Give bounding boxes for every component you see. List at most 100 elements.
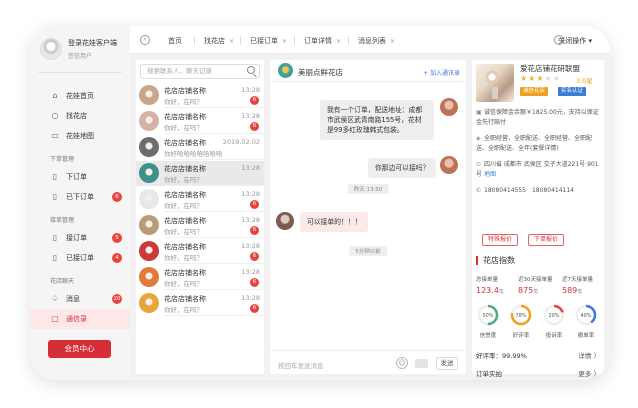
- contact-name: 花店店铺名称: [164, 217, 206, 225]
- unread-badge: 6: [250, 278, 259, 287]
- unread-badge: 6: [250, 252, 259, 261]
- tab-message-list[interactable]: 消息列表 ×: [358, 36, 395, 46]
- divider: [164, 315, 264, 316]
- send-button[interactable]: 发送: [436, 357, 458, 370]
- avatar: [40, 38, 62, 60]
- special-price-button[interactable]: 特殊报价: [482, 234, 519, 246]
- contact-list-item[interactable]: 花店店铺名称 你好，在吗？ 13:28 6: [136, 213, 264, 238]
- ring-chart: 20%: [543, 304, 565, 326]
- close-icon[interactable]: ×: [336, 38, 341, 45]
- contact-list-item[interactable]: 花店店铺名称 你好哈哈哈哈哈哈哈 2019.02.02: [136, 135, 264, 160]
- verified-badge: 实名认证: [558, 87, 587, 96]
- contact-name: 花店店铺名称: [164, 87, 206, 95]
- search-icon: ○: [51, 111, 59, 120]
- contact-list-item[interactable]: 花店店铺名称 你好，在吗？ 13:28 6: [136, 83, 264, 108]
- metric-unit: 笔: [498, 289, 504, 295]
- add-contact-link[interactable]: + 加入通讯录: [423, 68, 460, 77]
- more-link[interactable]: 更多 〉: [578, 368, 600, 378]
- avatar: [139, 85, 159, 105]
- chat-header: 美丽点鲜花店 + 加入通讯录: [270, 60, 466, 82]
- section-label-receive: 接单管理: [50, 217, 75, 224]
- ring-label: 好评率: [512, 333, 530, 339]
- vip-center-button[interactable]: 会员中心: [48, 340, 111, 358]
- chat-title: 美丽点鲜花店: [298, 68, 343, 77]
- contact-list-item[interactable]: 花店店铺名称 你好，在吗？ 13:28 6: [136, 109, 264, 134]
- sidebar-item-received-orders[interactable]: ▯ 已接订单 4: [30, 248, 130, 268]
- contact-list-item[interactable]: 花店店铺名称 你好，在吗？ 13:28 6: [136, 187, 264, 212]
- search-input[interactable]: 搜索联系人、聊天记录: [140, 64, 260, 79]
- avatar: [139, 241, 159, 261]
- stat-ring: 50% 信誉度: [476, 303, 500, 339]
- shop-index-title: 花店指数: [476, 256, 515, 265]
- user-profile[interactable]: 登录花娃客户端 签信用户: [40, 38, 117, 60]
- contact-time: 2019.02.02: [222, 138, 260, 146]
- sidebar-item-placed-orders[interactable]: ▯ 已下订单 6: [30, 187, 130, 207]
- folder-icon[interactable]: [415, 359, 428, 368]
- unread-badge: 6: [250, 96, 259, 105]
- timestamp: 5分钟以前: [349, 246, 387, 256]
- stat-ring: 40% 撤单率: [574, 303, 598, 339]
- sidebar-item-receive-order[interactable]: ▯ 接订单 5: [30, 228, 130, 248]
- contact-list-panel: 搜索联系人、聊天记录 花店店铺名称 你好，在吗？ 13:28 6 花店店铺名称 你好，在吗…: [136, 60, 264, 374]
- trust-badge: 诚信花店: [520, 87, 549, 96]
- avatar: [440, 156, 458, 174]
- divider: [240, 36, 241, 45]
- deposit-info: ▣ 诚信保障金余额￥1825.00元，支持以保证金先行赔付: [476, 108, 600, 128]
- contacts-icon: ▢: [51, 314, 59, 323]
- close-icon[interactable]: ×: [229, 38, 234, 45]
- sidebar-item-home[interactable]: ⌂ 花娃首页: [30, 86, 130, 106]
- ring-value: 78%: [515, 313, 526, 319]
- message-input[interactable]: 按回车发送消息 ☺ 发送: [270, 350, 466, 374]
- sidebar-item-label: 接订单: [66, 234, 87, 242]
- tab-scroll-left-icon[interactable]: ‹: [140, 35, 150, 45]
- contact-list-item[interactable]: 花店店铺名称 你好，在吗？ 13:28 6: [136, 291, 264, 316]
- search-icon[interactable]: [247, 66, 255, 74]
- contact-list-item[interactable]: 花店店铺名称 你好，在吗？ 13:28 6: [136, 239, 264, 264]
- emoji-icon[interactable]: ☺: [396, 357, 408, 369]
- tab-find-shop[interactable]: 找花店 ×: [204, 36, 234, 46]
- sidebar-item-label: 找花店: [66, 112, 87, 120]
- contact-name: 花店店铺名称: [164, 139, 206, 147]
- close-icon[interactable]: ×: [390, 38, 395, 45]
- count-badge: 4: [112, 253, 122, 263]
- sidebar-item-label: 已下订单: [66, 193, 94, 201]
- sidebar-item-place-order[interactable]: ▯ 下订单: [30, 167, 130, 187]
- rating-score: 3.0星: [576, 77, 593, 85]
- metric-label: 总接单量: [476, 277, 499, 283]
- divider: [38, 72, 122, 73]
- sidebar-item-map[interactable]: ▭ 花娃地图: [30, 126, 130, 146]
- contact-time: 13:28: [241, 294, 260, 302]
- ring-chart: 50%: [477, 304, 499, 326]
- tab-label: 订单详情: [304, 37, 332, 45]
- divider: [164, 263, 264, 264]
- detail-link[interactable]: 详情 〉: [578, 350, 600, 360]
- bell-icon: ♤: [51, 294, 59, 303]
- close-ops-label: 关闭操作: [558, 37, 587, 45]
- divider: [194, 36, 195, 45]
- sidebar-item-messages[interactable]: ♤ 消息 20: [30, 289, 130, 309]
- contact-list-item[interactable]: 花店店铺名称 你好，在吗？ 13:28 6: [136, 265, 264, 290]
- order-quote-button[interactable]: 下单报价: [528, 234, 565, 246]
- metric-number: 875: [518, 286, 534, 295]
- sidebar-item-find-shop[interactable]: ○ 找花店: [30, 106, 130, 126]
- tab-received-orders[interactable]: 已接订单 ×: [250, 36, 287, 46]
- metric-number: 589: [562, 286, 578, 295]
- receive-icon: ▯: [52, 233, 58, 242]
- shield-icon: ▣: [476, 109, 482, 116]
- metric-unit: 笔: [577, 289, 583, 295]
- divider: [164, 159, 264, 160]
- message-bubble-sent: 你那边可以接吗？: [368, 158, 437, 178]
- tab-home[interactable]: 首页: [168, 36, 182, 46]
- contact-last-message: 你好，在吗？: [164, 176, 203, 184]
- tab-order-detail[interactable]: 订单详情 ×: [304, 36, 341, 46]
- close-icon[interactable]: ×: [282, 38, 287, 45]
- home-icon: ⌂: [52, 91, 58, 100]
- contact-list-item[interactable]: 花店店铺名称 你好，在吗？ 13:28: [136, 161, 264, 186]
- sidebar-item-contacts[interactable]: ▢ 通信录: [30, 309, 130, 329]
- map-link[interactable]: 地图: [484, 171, 496, 178]
- contact-time: 13:28: [241, 112, 260, 120]
- order-list-icon: ▯: [52, 192, 58, 201]
- close-operations-dropdown[interactable]: 关闭操作 ▾: [558, 36, 592, 46]
- phone-info: ✆ 18080414555 18080414114: [476, 186, 600, 196]
- ring-chart: 40%: [575, 304, 597, 326]
